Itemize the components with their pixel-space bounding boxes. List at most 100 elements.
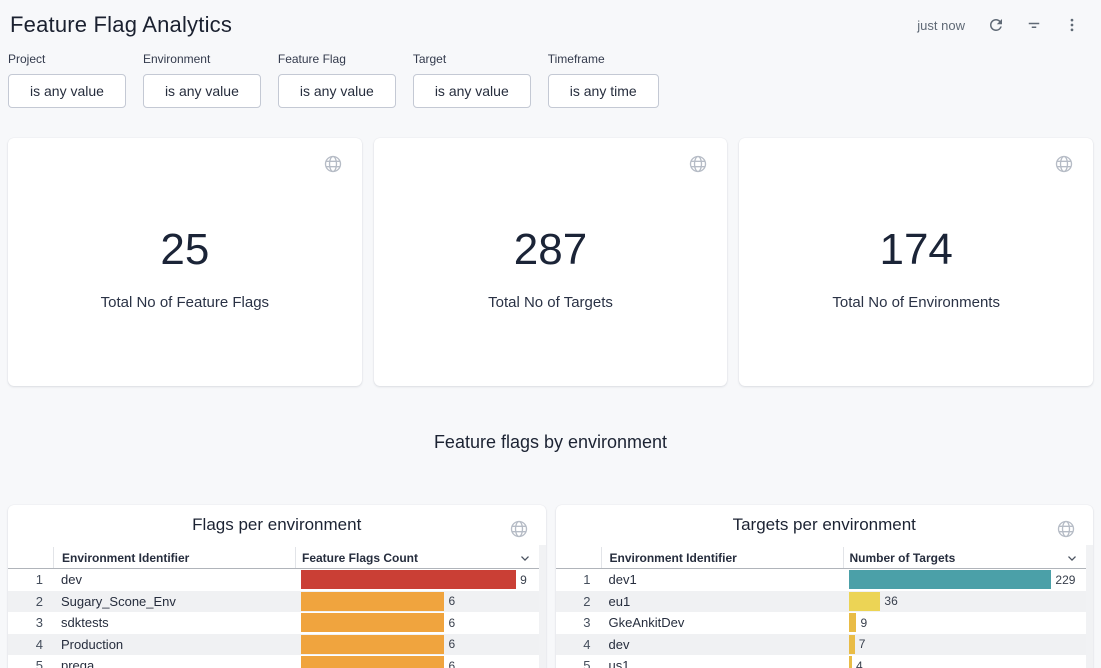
row-value: 36 — [884, 594, 897, 608]
table-row: 3 GkeAnkitDev 9 — [556, 612, 1094, 634]
globe-icon[interactable] — [504, 514, 534, 544]
table-row: 1 dev1 229 — [556, 569, 1094, 591]
table-row: 2 eu1 36 — [556, 591, 1094, 613]
row-value: 6 — [448, 659, 455, 668]
globe-icon[interactable] — [318, 149, 348, 179]
row-index: 3 — [8, 612, 53, 634]
filter-value-timeframe[interactable]: is any time — [548, 74, 659, 108]
row-index: 5 — [556, 655, 601, 668]
globe-icon[interactable] — [1051, 514, 1081, 544]
row-bar — [849, 592, 881, 611]
row-bar — [849, 635, 855, 654]
row-number-column-header — [556, 547, 601, 568]
table-cards-row: Flags per environment Environment Identi… — [0, 505, 1101, 668]
globe-icon[interactable] — [1049, 149, 1079, 179]
dashboard-filters-button[interactable] — [1019, 10, 1049, 40]
filter-value-project[interactable]: is any value — [8, 74, 126, 108]
row-bar-cell: 9 — [295, 569, 546, 591]
stat-value: 174 — [879, 228, 952, 272]
row-environment: dev — [601, 634, 843, 656]
filter-value-environment[interactable]: is any value — [143, 74, 261, 108]
row-bar-cell: 36 — [843, 591, 1094, 613]
filter-value-target[interactable]: is any value — [413, 74, 531, 108]
row-environment: Sugary_Scone_Env — [53, 591, 295, 613]
row-index: 4 — [556, 634, 601, 656]
filter-group-feature-flag: Feature Flag is any value — [278, 52, 396, 108]
table-row: 1 dev 9 — [8, 569, 546, 591]
col-env-header-cell: Environment Identifier — [601, 547, 843, 568]
filter-group-environment: Environment is any value — [143, 52, 261, 108]
row-bar — [301, 570, 516, 589]
stat-value: 25 — [160, 228, 209, 272]
page-title: Feature Flag Analytics — [10, 12, 232, 38]
stat-label: Total No of Targets — [488, 294, 613, 311]
row-number-column-header — [8, 547, 53, 568]
row-bar — [849, 570, 1052, 589]
col-env-header-cell: Environment Identifier — [53, 547, 295, 568]
filter-label: Timeframe — [548, 52, 659, 67]
row-environment: sdktests — [53, 612, 295, 634]
row-index: 2 — [556, 591, 601, 613]
filter-icon — [1025, 16, 1043, 34]
table-body: 1 dev 9 2 Sugary_Scone_Env 6 3 sdktests — [8, 569, 546, 668]
row-bar-cell: 229 — [843, 569, 1094, 591]
row-value: 9 — [520, 573, 527, 587]
row-index: 4 — [8, 634, 53, 656]
row-environment: us1 — [601, 655, 843, 668]
col-value-header: Number of Targets — [850, 551, 956, 565]
chevron-down-icon[interactable] — [518, 551, 532, 565]
table-body: 1 dev1 229 2 eu1 36 3 GkeAnkitDev — [556, 569, 1094, 668]
table-row: 4 Production 6 — [8, 634, 546, 656]
more-options-button[interactable] — [1057, 10, 1087, 40]
table-row: 4 dev 7 — [556, 634, 1094, 656]
section-title: Feature flags by environment — [0, 430, 1101, 455]
filter-group-project: Project is any value — [8, 52, 126, 108]
refresh-button[interactable] — [981, 10, 1011, 40]
stat-card-feature-flags: 25 Total No of Feature Flags — [8, 138, 362, 386]
table-header-row: Environment Identifier Number of Targets — [556, 547, 1094, 569]
filter-label: Feature Flag — [278, 52, 396, 67]
row-index: 2 — [8, 591, 53, 613]
table-card-flags-per-environment: Flags per environment Environment Identi… — [8, 505, 546, 668]
col-env-header: Environment Identifier — [62, 551, 189, 565]
table-row: 5 prega 6 — [8, 655, 546, 668]
row-bar-cell: 9 — [843, 612, 1094, 634]
row-bar-cell: 6 — [295, 591, 546, 613]
row-value: 6 — [448, 616, 455, 630]
row-bar-cell: 6 — [295, 612, 546, 634]
filter-label: Environment — [143, 52, 261, 67]
row-environment: GkeAnkitDev — [601, 612, 843, 634]
filter-group-target: Target is any value — [413, 52, 531, 108]
row-environment: dev1 — [601, 569, 843, 591]
row-bar-cell: 6 — [295, 634, 546, 656]
row-bar — [301, 592, 444, 611]
row-bar — [301, 613, 444, 632]
row-environment: eu1 — [601, 591, 843, 613]
row-bar-cell: 7 — [843, 634, 1094, 656]
row-bar-cell: 6 — [295, 655, 546, 668]
table-scrollbar[interactable] — [539, 545, 546, 668]
row-value: 4 — [856, 659, 863, 668]
table-header-row: Environment Identifier Feature Flags Cou… — [8, 547, 546, 569]
table-title: Targets per environment — [556, 515, 1094, 535]
col-value-header: Feature Flags Count — [302, 551, 418, 565]
filter-bar: Project is any value Environment is any … — [0, 46, 1101, 138]
filter-label: Project — [8, 52, 126, 67]
table-scrollbar[interactable] — [1086, 545, 1093, 668]
filter-value-feature-flag[interactable]: is any value — [278, 74, 396, 108]
stat-card-environments: 174 Total No of Environments — [739, 138, 1093, 386]
last-updated-label: just now — [917, 18, 965, 33]
row-bar — [849, 613, 857, 632]
row-environment: Production — [53, 634, 295, 656]
kebab-menu-icon — [1063, 16, 1081, 34]
row-environment: prega — [53, 655, 295, 668]
chevron-down-icon[interactable] — [1065, 551, 1079, 565]
refresh-icon — [987, 16, 1005, 34]
globe-icon[interactable] — [683, 149, 713, 179]
row-bar — [301, 656, 444, 668]
col-value-header-cell: Feature Flags Count — [295, 547, 546, 568]
row-bar — [301, 635, 444, 654]
stat-cards-row: 25 Total No of Feature Flags 287 Total N… — [0, 138, 1101, 386]
page-header: Feature Flag Analytics just now — [0, 0, 1101, 46]
row-value: 229 — [1055, 573, 1075, 587]
